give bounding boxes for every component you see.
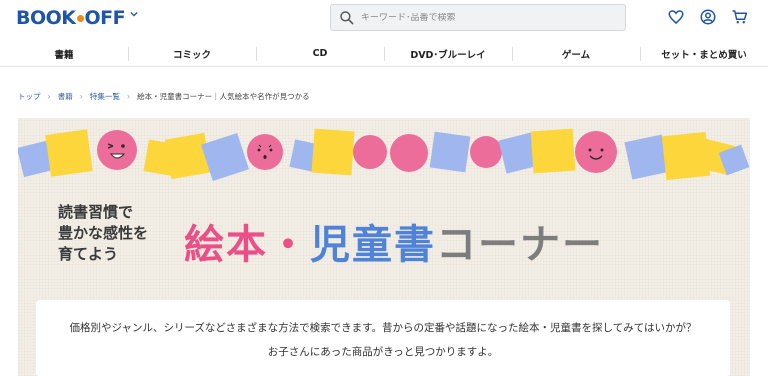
banner-description: 価格別やジャンル、シリーズなどさまざまな方法で検索できます。昔からの定番や話題に…: [36, 300, 730, 376]
nav-item-cd[interactable]: CD: [256, 41, 384, 66]
logo-text-right: OFF: [84, 7, 126, 29]
chevron-right-icon: ›: [79, 92, 83, 101]
description-line-1: 価格別やジャンル、シリーズなどさまざまな方法で検索できます。昔からの定番や話題に…: [69, 322, 697, 334]
logo-text-left: BOOK: [16, 7, 76, 29]
banner-title: 絵本 ・ 児童書 コーナー: [184, 212, 604, 270]
chevron-right-icon: ›: [47, 92, 51, 101]
description-line-2: お子さんにあった商品がきっと見つかりますよ。: [267, 346, 499, 358]
title-corner: コーナー: [436, 222, 604, 268]
nav-item-sets[interactable]: セット・まとめ買い: [640, 41, 768, 66]
nav-item-dvd-bluray[interactable]: DVD･ブルーレイ: [384, 41, 512, 66]
cart-icon[interactable]: [731, 8, 749, 26]
tagline-line-1: 読書習慣で: [58, 203, 134, 221]
bookoff-logo[interactable]: BOOK OFF: [16, 6, 126, 30]
breadcrumb-top[interactable]: トップ: [18, 91, 41, 102]
heart-icon[interactable]: [667, 8, 685, 26]
title-jidousho: 児童書: [310, 222, 436, 268]
title-dot: ・: [268, 222, 310, 268]
account-icon[interactable]: [699, 8, 717, 26]
category-nav: 書籍 コミック CD DVD･ブルーレイ ゲーム セット・まとめ買い: [0, 41, 768, 67]
logo-dot: [76, 14, 84, 22]
chevron-right-icon: ›: [126, 92, 131, 101]
breadcrumb: トップ › 書籍 › 特集一覧 › 絵本・児童書コーナー｜人気絵本や名作が見つか…: [18, 91, 310, 102]
tagline-line-2: 豊かな感性を: [58, 224, 149, 242]
breadcrumb-current: 絵本・児童書コーナー｜人気絵本や名作が見つかる: [137, 92, 310, 101]
nav-item-comics[interactable]: コミック: [128, 41, 256, 66]
breadcrumb-features[interactable]: 特集一覧: [90, 91, 120, 102]
chevron-down-icon[interactable]: [130, 10, 138, 18]
search-input[interactable]: [361, 12, 611, 23]
search-icon[interactable]: [339, 10, 355, 26]
title-ehon: 絵本: [184, 222, 268, 268]
nav-item-games[interactable]: ゲーム: [512, 41, 640, 66]
banner-tagline: 読書習慣で 豊かな感性を 育てよう: [58, 202, 148, 265]
paper-shapes-decoration: [18, 128, 750, 181]
breadcrumb-books[interactable]: 書籍: [58, 91, 73, 102]
nav-item-books[interactable]: 書籍: [0, 41, 128, 66]
hero-banner: 読書習慣で 豊かな感性を 育てよう 絵本 ・ 児童書 コーナー 価格別やジャンル…: [18, 118, 750, 376]
tagline-line-3: 育てよう: [58, 245, 119, 263]
site-header: BOOK OFF: [0, 0, 768, 36]
search-box: [330, 4, 626, 31]
